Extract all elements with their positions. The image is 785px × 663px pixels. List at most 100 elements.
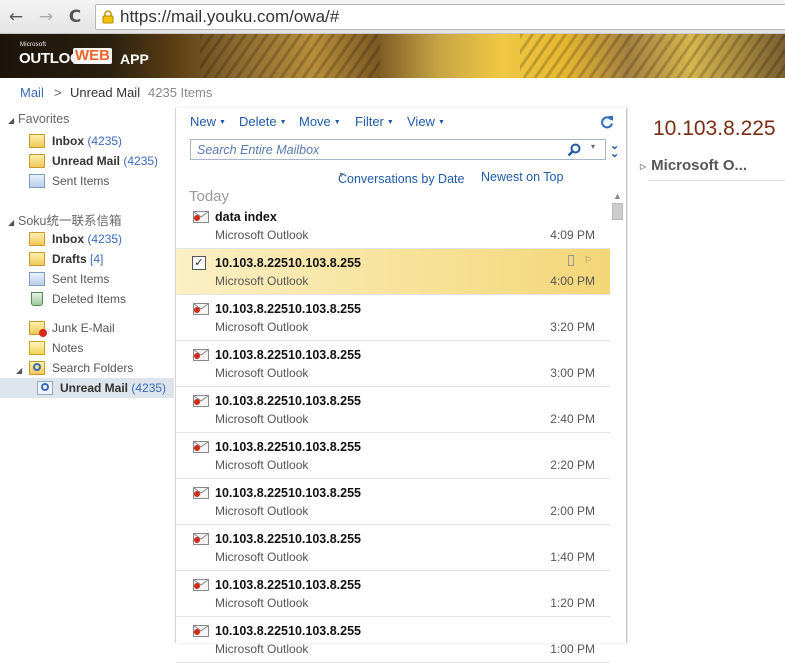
search-folder-icon [37,381,53,395]
message-row[interactable]: 10.103.8.22510.103.8.255 Microsoft Outloo… [176,295,610,341]
delete-button[interactable]: Delete ▼ [239,114,287,129]
message-row[interactable]: 10.103.8.22510.103.8.255 Microsoft Outloo… [176,525,610,571]
mailbox-header[interactable]: ◢ Soku统一联系信箱 [8,210,122,229]
unread-envelope-icon [193,533,209,545]
breadcrumb: Mail > Unread Mail 4235 Items [0,78,785,108]
message-sender: Microsoft Outlook [215,274,309,288]
expand-icon[interactable]: ▷ [640,162,646,171]
message-time: 3:20 PM [550,320,595,334]
message-sender: Microsoft Outlook [215,412,309,426]
search-icon[interactable] [567,143,581,157]
message-subject: 10.103.8.22510.103.8.255 [215,302,361,316]
message-sender: Microsoft Outlook [215,228,309,242]
message-row[interactable]: ✓ 10.103.8.22510.103.8.255 Microsoft Outlo… [176,249,610,295]
filter-button[interactable]: Filter ▼ [355,114,394,129]
chevron-down-icon: ▼ [279,119,287,127]
folder-sent-items[interactable]: Sent Items [0,269,174,289]
forward-arrow-icon[interactable]: → [35,6,57,28]
folder-notes[interactable]: Notes [0,338,174,358]
message-time: 4:09 PM [550,228,595,242]
drafts-icon [29,252,45,266]
search-folder-icon [29,154,45,168]
message-time: 3:00 PM [550,366,595,380]
message-time: 2:40 PM [550,412,595,426]
chevron-down-icon: ▼ [437,119,445,127]
message-time: 1:20 PM [550,596,595,610]
address-bar[interactable]: https://mail.youku.com/owa/# [95,4,785,30]
breadcrumb-mail-link[interactable]: Mail [20,85,44,100]
deleted-items-icon [31,292,43,306]
move-button[interactable]: Move ▼ [299,114,341,129]
message-time: 2:00 PM [550,504,595,518]
breadcrumb-current: Unread Mail [70,85,141,100]
message-sender: Microsoft Outlook [215,504,309,518]
search-input[interactable]: Search Entire Mailbox ▾ [190,139,606,160]
folder-pane: ◢ Favorites Inbox (4235) Unread Mail (423… [0,108,174,643]
message-sender[interactable]: ▷ Microsoft O... [640,157,747,174]
list-toolbar: New ▼ Delete ▼ Move ▼ Filter ▼ View ▼ [176,108,626,136]
favorite-sent-items[interactable]: Sent Items [0,171,174,191]
message-row[interactable]: 10.103.8.22510.103.8.255 Microsoft Outloo… [176,571,610,617]
view-button[interactable]: View ▼ [407,114,445,129]
url-text: https://mail.youku.com/owa/# [120,7,340,26]
sort-order-button[interactable]: Newest on Top [481,170,563,184]
message-list-pane: New ▼ Delete ▼ Move ▼ Filter ▼ View ▼ Search … [175,108,627,663]
collapse-icon[interactable]: ◢ [8,218,18,227]
sent-items-icon [29,174,45,188]
message-sender: Microsoft Outlook [215,366,309,380]
message-subject: 10.103.8.22510.103.8.255 [215,256,361,270]
flag-icon[interactable]: ⚐ [584,255,592,265]
refresh-icon[interactable] [600,115,614,129]
new-button[interactable]: New ▼ [190,114,226,129]
back-arrow-icon[interactable]: ← [5,6,27,28]
message-subject: 10.103.8.22510.103.8.255 [215,348,361,362]
collapse-icon[interactable]: ◢ [8,116,18,125]
folder-deleted-items[interactable]: Deleted Items [0,289,174,309]
favorite-inbox[interactable]: Inbox (4235) [0,131,174,151]
message-sender: Microsoft Outlook [215,596,309,610]
favorite-unread-mail[interactable]: Unread Mail (4235) [0,151,174,171]
message-time: 4:00 PM [550,274,595,288]
message-time: 1:00 PM [550,642,595,656]
unread-envelope-icon [193,395,209,407]
search-placeholder: Search Entire Mailbox [197,143,320,157]
sort-bar: Conversations by Date ▼ Newest on Top [338,170,564,186]
search-options-icon[interactable]: ▾ [591,142,595,151]
junk-email-icon [29,321,47,337]
message-row[interactable]: 10.103.8.22510.103.8.255 Microsoft Outloo… [176,617,610,663]
expand-search-icon[interactable]: ⌄ ⌄ [610,141,619,160]
message-time: 2:20 PM [550,458,595,472]
folder-junk-email[interactable]: Junk E-Mail [0,318,174,338]
breadcrumb-count: 4235 Items [148,85,213,100]
checkbox[interactable]: ✓ [192,256,206,270]
category-icon[interactable] [568,255,574,266]
message-subject: 10.103.8.22510.103.8.255 [215,624,361,638]
message-subject: 10.103.8.22510.103.8.255 [215,394,361,408]
message-row[interactable]: 10.103.8.22510.103.8.255 Microsoft Outloo… [176,479,610,525]
scroll-up-icon[interactable]: ▲ [613,191,622,201]
chevron-down-icon: ▼ [219,119,226,127]
message-row[interactable]: data index Microsoft Outlook 4:09 PM [176,203,610,249]
folder-unread-mail[interactable]: Unread Mail (4235) [0,378,174,398]
folder-drafts[interactable]: Drafts [4] [0,249,174,269]
chevron-down-icon: ▼ [386,119,394,127]
unread-envelope-icon [193,303,209,315]
message-row[interactable]: 10.103.8.22510.103.8.255 Microsoft Outloo… [176,341,610,387]
message-time: 1:40 PM [550,550,595,564]
inbox-icon [29,232,45,246]
scrollbar[interactable]: ▲ [610,188,626,643]
message-row[interactable]: 10.103.8.22510.103.8.255 Microsoft Outloo… [176,387,610,433]
unread-envelope-icon [193,349,209,361]
chevron-down-icon: ▼ [333,119,341,127]
folder-search-folders[interactable]: ◢ Search Folders [0,358,174,378]
message-sender: Microsoft Outlook [215,458,309,472]
unread-envelope-icon [193,441,209,453]
favorites-header[interactable]: ◢ Favorites [8,112,69,126]
message-row[interactable]: 10.103.8.22510.103.8.255 Microsoft Outloo… [176,433,610,479]
folder-inbox[interactable]: Inbox (4235) [0,229,174,249]
message-subject: 10.103.8.225 [653,117,776,140]
divider [648,180,785,181]
scroll-thumb[interactable] [612,203,623,220]
search-folders-icon [29,361,45,375]
reload-icon[interactable]: C [64,6,86,28]
